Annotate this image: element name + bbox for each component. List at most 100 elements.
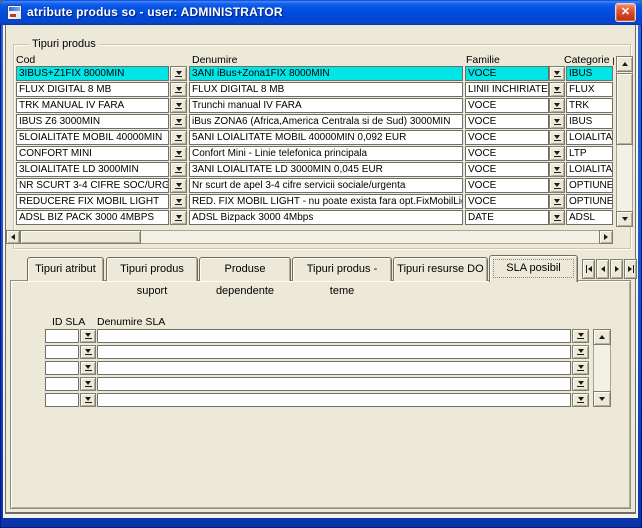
tab-tipuri-produs-suport[interactable]: Tipuri produs suport bbox=[106, 257, 198, 281]
sla-denumire-field[interactable] bbox=[97, 361, 571, 375]
familie-field[interactable]: VOCE bbox=[465, 178, 549, 193]
cod-field[interactable]: 5LOIALITATE MOBIL 40000MIN bbox=[16, 130, 169, 145]
sla-id-dropdown-button[interactable] bbox=[80, 393, 96, 407]
sla-denumire-dropdown-button[interactable] bbox=[572, 329, 589, 343]
cod-dropdown-button[interactable] bbox=[170, 66, 187, 81]
familie-dropdown-button[interactable] bbox=[549, 114, 565, 129]
familie-dropdown-button[interactable] bbox=[549, 162, 565, 177]
cod-field[interactable]: IBUS Z6 3000MIN bbox=[16, 114, 169, 129]
familie-field[interactable]: VOCE bbox=[465, 194, 549, 209]
familie-field[interactable]: VOCE bbox=[465, 146, 549, 161]
sla-denumire-field[interactable] bbox=[97, 393, 571, 407]
denumire-field[interactable]: 5ANI LOIALITATE MOBIL 40000MIN 0,092 EUR bbox=[189, 130, 463, 145]
denumire-field[interactable]: Confort Mini - Linie telefonica principa… bbox=[189, 146, 463, 161]
denumire-field[interactable]: Trunchi manual IV FARA bbox=[189, 98, 463, 113]
familie-dropdown-button[interactable] bbox=[549, 194, 565, 209]
familie-dropdown-button[interactable] bbox=[549, 66, 565, 81]
categorie-field[interactable]: LOIALITATE bbox=[566, 162, 613, 177]
categorie-field[interactable]: LOIALITATE bbox=[566, 130, 613, 145]
cod-dropdown-button[interactable] bbox=[170, 114, 187, 129]
categorie-field[interactable]: LTP bbox=[566, 146, 613, 161]
cod-dropdown-button[interactable] bbox=[170, 162, 187, 177]
familie-dropdown-button[interactable] bbox=[549, 82, 565, 97]
cod-field[interactable]: 3LOIALITATE LD 3000MIN bbox=[16, 162, 169, 177]
categorie-field[interactable]: OPTIUNE bbox=[566, 178, 613, 193]
cod-dropdown-button[interactable] bbox=[170, 194, 187, 209]
denumire-field[interactable]: 3ANI LOIALITATE LD 3000MIN 0,045 EUR bbox=[189, 162, 463, 177]
familie-field[interactable]: VOCE bbox=[465, 114, 549, 129]
categorie-field[interactable]: IBUS bbox=[566, 66, 613, 81]
sla-scroll-down-button[interactable] bbox=[593, 391, 611, 407]
cod-field[interactable]: 3IBUS+Z1FIX 8000MIN bbox=[16, 66, 169, 81]
scroll-down-button[interactable] bbox=[616, 211, 633, 227]
sla-id-field[interactable] bbox=[45, 345, 79, 359]
cod-field[interactable]: NR SCURT 3-4 CIFRE SOC/URG bbox=[16, 178, 169, 193]
grid-vscroll-thumb[interactable] bbox=[616, 73, 633, 145]
sla-id-field[interactable] bbox=[45, 377, 79, 391]
grid-hscroll-thumb[interactable] bbox=[20, 230, 141, 244]
denumire-field[interactable]: RED. FIX MOBIL LIGHT - nu poate exista f… bbox=[189, 194, 463, 209]
tab-sla-posibil[interactable]: SLA posibil bbox=[489, 255, 578, 282]
sla-id-dropdown-button[interactable] bbox=[80, 361, 96, 375]
categorie-field[interactable]: OPTIUNE bbox=[566, 194, 613, 209]
tab-scroll-last-button[interactable] bbox=[624, 259, 637, 279]
categorie-field[interactable]: ADSL bbox=[566, 210, 613, 225]
familie-field[interactable]: VOCE bbox=[465, 162, 549, 177]
tab-scroll-first-button[interactable] bbox=[582, 259, 595, 279]
familie-dropdown-button[interactable] bbox=[549, 210, 565, 225]
cod-field[interactable]: ADSL BIZ PACK 3000 4MBPS bbox=[16, 210, 169, 225]
tab-tipuri-produs-teme[interactable]: Tipuri produs - teme bbox=[292, 257, 392, 281]
tab-tipuri-atribut[interactable]: Tipuri atribut bbox=[27, 257, 104, 281]
sla-scroll-up-button[interactable] bbox=[593, 329, 611, 345]
cod-field[interactable]: CONFORT MINI bbox=[16, 146, 169, 161]
categorie-field[interactable]: TRK bbox=[566, 98, 613, 113]
cod-field[interactable]: TRK MANUAL IV FARA bbox=[16, 98, 169, 113]
sla-denumire-field[interactable] bbox=[97, 345, 571, 359]
sla-denumire-dropdown-button[interactable] bbox=[572, 361, 589, 375]
sla-id-field[interactable] bbox=[45, 393, 79, 407]
denumire-field[interactable]: ADSL Bizpack 3000 4Mbps bbox=[189, 210, 463, 225]
sla-id-field[interactable] bbox=[45, 329, 79, 343]
cod-dropdown-button[interactable] bbox=[170, 146, 187, 161]
cod-dropdown-button[interactable] bbox=[170, 178, 187, 193]
scroll-left-button[interactable] bbox=[6, 230, 20, 244]
tab-scroll-prev-button[interactable] bbox=[596, 259, 609, 279]
familie-dropdown-button[interactable] bbox=[549, 98, 565, 113]
denumire-field[interactable]: iBus ZONA6 (Africa,America Centrala si d… bbox=[189, 114, 463, 129]
cod-dropdown-button[interactable] bbox=[170, 82, 187, 97]
scroll-right-button[interactable] bbox=[599, 230, 613, 244]
familie-field[interactable]: VOCE bbox=[465, 130, 549, 145]
cod-dropdown-button[interactable] bbox=[170, 130, 187, 145]
cod-dropdown-button[interactable] bbox=[170, 210, 187, 225]
close-button[interactable]: ✕ bbox=[615, 3, 636, 22]
cod-dropdown-button[interactable] bbox=[170, 98, 187, 113]
familie-dropdown-button[interactable] bbox=[549, 146, 565, 161]
sla-id-dropdown-button[interactable] bbox=[80, 329, 96, 343]
sla-denumire-dropdown-button[interactable] bbox=[572, 345, 589, 359]
sla-denumire-dropdown-button[interactable] bbox=[572, 377, 589, 391]
familie-field[interactable]: VOCE bbox=[465, 66, 549, 81]
familie-dropdown-button[interactable] bbox=[549, 178, 565, 193]
denumire-field[interactable]: FLUX DIGITAL 8 MB bbox=[189, 82, 463, 97]
tab-scroll-next-button[interactable] bbox=[610, 259, 623, 279]
sla-denumire-field[interactable] bbox=[97, 329, 571, 343]
denumire-field[interactable]: Nr scurt de apel 3-4 cifre servicii soci… bbox=[189, 178, 463, 193]
tab-tipuri-resurse-do[interactable]: Tipuri resurse DO bbox=[393, 257, 488, 281]
sla-row bbox=[0, 361, 642, 375]
categorie-field[interactable]: IBUS bbox=[566, 114, 613, 129]
familie-field[interactable]: VOCE bbox=[465, 98, 549, 113]
sla-id-dropdown-button[interactable] bbox=[80, 377, 96, 391]
tab-produse-dependente[interactable]: Produse dependente bbox=[199, 257, 291, 281]
sla-id-dropdown-button[interactable] bbox=[80, 345, 96, 359]
familie-field[interactable]: DATE bbox=[465, 210, 549, 225]
sla-denumire-dropdown-button[interactable] bbox=[572, 393, 589, 407]
denumire-field[interactable]: 3ANI iBus+Zona1FIX 8000MIN bbox=[189, 66, 463, 81]
scroll-up-button[interactable] bbox=[616, 56, 633, 72]
familie-dropdown-button[interactable] bbox=[549, 130, 565, 145]
familie-field[interactable]: LINII INCHIRIATE bbox=[465, 82, 549, 97]
cod-field[interactable]: FLUX DIGITAL 8 MB bbox=[16, 82, 169, 97]
categorie-field[interactable]: FLUX bbox=[566, 82, 613, 97]
cod-field[interactable]: REDUCERE FIX MOBIL LIGHT bbox=[16, 194, 169, 209]
sla-denumire-field[interactable] bbox=[97, 377, 571, 391]
sla-id-field[interactable] bbox=[45, 361, 79, 375]
